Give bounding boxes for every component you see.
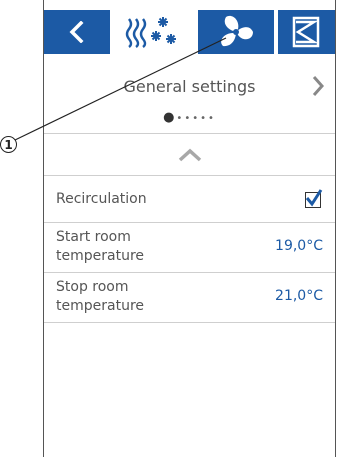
stop-temperature-row[interactable]: Stop room temperature 21,0°C: [44, 273, 335, 323]
chevron-up-icon: [178, 148, 201, 161]
stop-temperature-value[interactable]: 21,0°C: [275, 288, 323, 304]
page-indicator: ●•••••: [163, 110, 216, 125]
start-temperature-value[interactable]: 19,0°C: [275, 238, 323, 254]
fan-tab[interactable]: [198, 10, 274, 54]
next-page-button[interactable]: [311, 75, 325, 101]
scroll-up-button[interactable]: [44, 134, 335, 176]
fan-icon: [221, 15, 253, 47]
page-title: General settings: [123, 77, 256, 96]
back-button[interactable]: [44, 10, 110, 54]
callout-number: 1: [0, 136, 17, 153]
start-temperature-label: Start room temperature: [56, 229, 144, 264]
chevron-left-icon: [69, 21, 84, 43]
device-screen: General settings ●••••• Recirculation St…: [43, 0, 336, 457]
chevron-right-icon: [312, 76, 325, 96]
checkmark-icon: [305, 189, 323, 207]
recirculation-label: Recirculation: [56, 191, 147, 207]
start-temperature-row[interactable]: Start room temperature 19,0°C: [44, 223, 335, 273]
mode-tab[interactable]: [278, 10, 334, 54]
heat-cool-icon: [125, 17, 176, 48]
top-toolbar: [44, 10, 335, 54]
recirculation-row[interactable]: Recirculation: [44, 176, 335, 223]
recirculation-checkbox[interactable]: [305, 189, 323, 208]
settings-header: General settings ●•••••: [44, 54, 335, 134]
stop-temperature-label: Stop room temperature: [56, 279, 144, 314]
heat-cool-tab[interactable]: [114, 10, 194, 54]
hourglass-icon: [292, 16, 320, 48]
